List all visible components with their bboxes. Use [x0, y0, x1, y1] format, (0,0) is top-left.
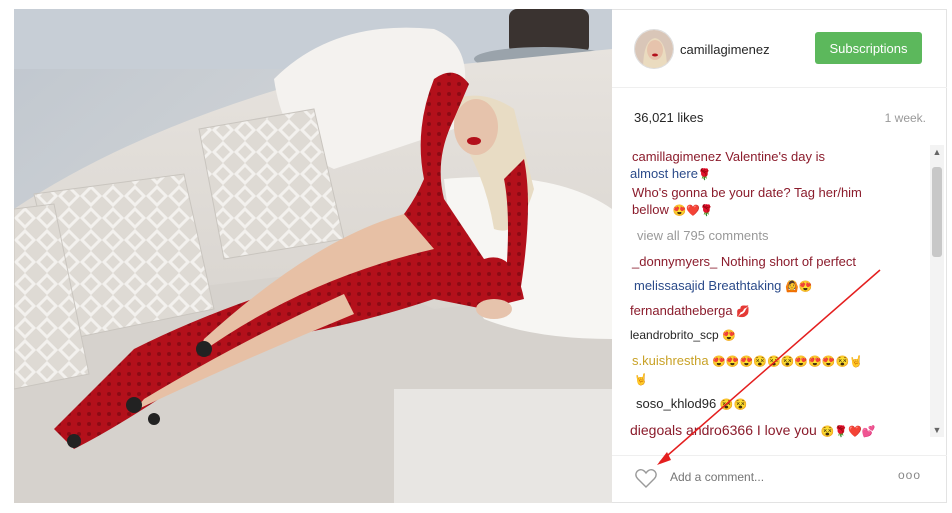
comment-text: Breathtaking [704, 278, 786, 293]
post-window: camillagimenez Subscriptions 36,021 like… [0, 0, 952, 513]
likes-count[interactable]: 36,021 likes [634, 110, 703, 125]
comment-username[interactable]: fernandatheberga [630, 303, 733, 318]
view-all-comments-link[interactable]: view all 795 comments [637, 228, 769, 243]
comments-scrollbar[interactable]: ▲ ▼ [930, 145, 944, 437]
emoji-icons: 😵😵 [719, 399, 748, 411]
comment-username[interactable]: s.kuishrestha [632, 353, 709, 368]
comment-item: diegoals andro6366 I love you 😵🌹❤️💕 [630, 422, 876, 438]
comments-list: camillagimenez Valentine's day is almost… [612, 145, 932, 438]
comment-footer: ooo [612, 455, 947, 504]
post-details-panel: camillagimenez Subscriptions 36,021 like… [612, 9, 947, 503]
avatar[interactable] [634, 29, 674, 69]
rose-icon: 🌹 [697, 169, 712, 181]
post-username[interactable]: camillagimenez [680, 42, 770, 57]
more-options-icon[interactable]: ooo [898, 468, 921, 482]
comment-username[interactable]: _donnymyers_ [632, 254, 717, 269]
photo-illustration [14, 9, 612, 503]
caption-line-1: camillagimenez Valentine's day is [632, 149, 825, 164]
caption-line-4: bellow 😍❤️🌹 [632, 202, 714, 217]
emoji-icons: 😍 [722, 330, 736, 342]
comment-username[interactable]: soso_khlod96 [636, 396, 716, 411]
comment-item: melissasajid Breathtaking 🙆😍 [634, 278, 812, 293]
emoji-icons: 🤘 [634, 374, 648, 386]
caption-username[interactable]: camillagimenez [632, 149, 722, 164]
comment-text: I love you [753, 422, 821, 438]
caption-line-2: almost here🌹 [630, 166, 712, 181]
heart-outline [635, 469, 657, 488]
comment-username[interactable]: melissasajid [634, 278, 705, 293]
comment-username[interactable]: diegoals andro6366 [630, 422, 753, 438]
emoji-icons: 🙆😍 [785, 281, 813, 293]
post-header: camillagimenez Subscriptions [612, 10, 947, 88]
subscribe-button[interactable]: Subscriptions [815, 32, 922, 64]
caption-text: Valentine's day is [721, 149, 826, 164]
scroll-down-icon[interactable]: ▼ [932, 425, 942, 435]
add-comment-input[interactable] [670, 470, 820, 484]
comment-item-continued: 🤘 [634, 371, 648, 386]
comment-item: _donnymyers_ Nothing short of perfect [632, 254, 856, 269]
heart-icon[interactable] [634, 466, 658, 490]
post-time: 1 week. [884, 111, 926, 125]
caption-text: almost here [630, 166, 698, 181]
comment-username[interactable]: leandrobrito_scp [630, 328, 719, 342]
comment-item: fernandatheberga 💋 [630, 303, 750, 318]
comment-item: leandrobrito_scp 😍 [630, 328, 736, 342]
caption-text: bellow [632, 202, 673, 217]
emoji-icons: 😵🌹❤️💕 [820, 426, 876, 438]
scrollbar-thumb[interactable] [932, 167, 942, 257]
emoji-icons: 😍❤️🌹 [672, 205, 714, 217]
scroll-up-icon[interactable]: ▲ [932, 147, 942, 157]
lips-icon: 💋 [736, 306, 750, 318]
comment-item: soso_khlod96 😵😵 [636, 396, 747, 411]
post-photo[interactable] [14, 9, 612, 503]
comment-text: Nothing short of perfect [717, 254, 857, 269]
avatar-image [635, 30, 673, 68]
emoji-icons: 😍😍😍😵😵😵😍😍😍😵🤘 [712, 356, 863, 368]
comment-item: s.kuishrestha 😍😍😍😵😵😵😍😍😍😵🤘 [632, 353, 863, 368]
caption-line-3: Who's gonna be your date? Tag her/him [632, 185, 862, 200]
